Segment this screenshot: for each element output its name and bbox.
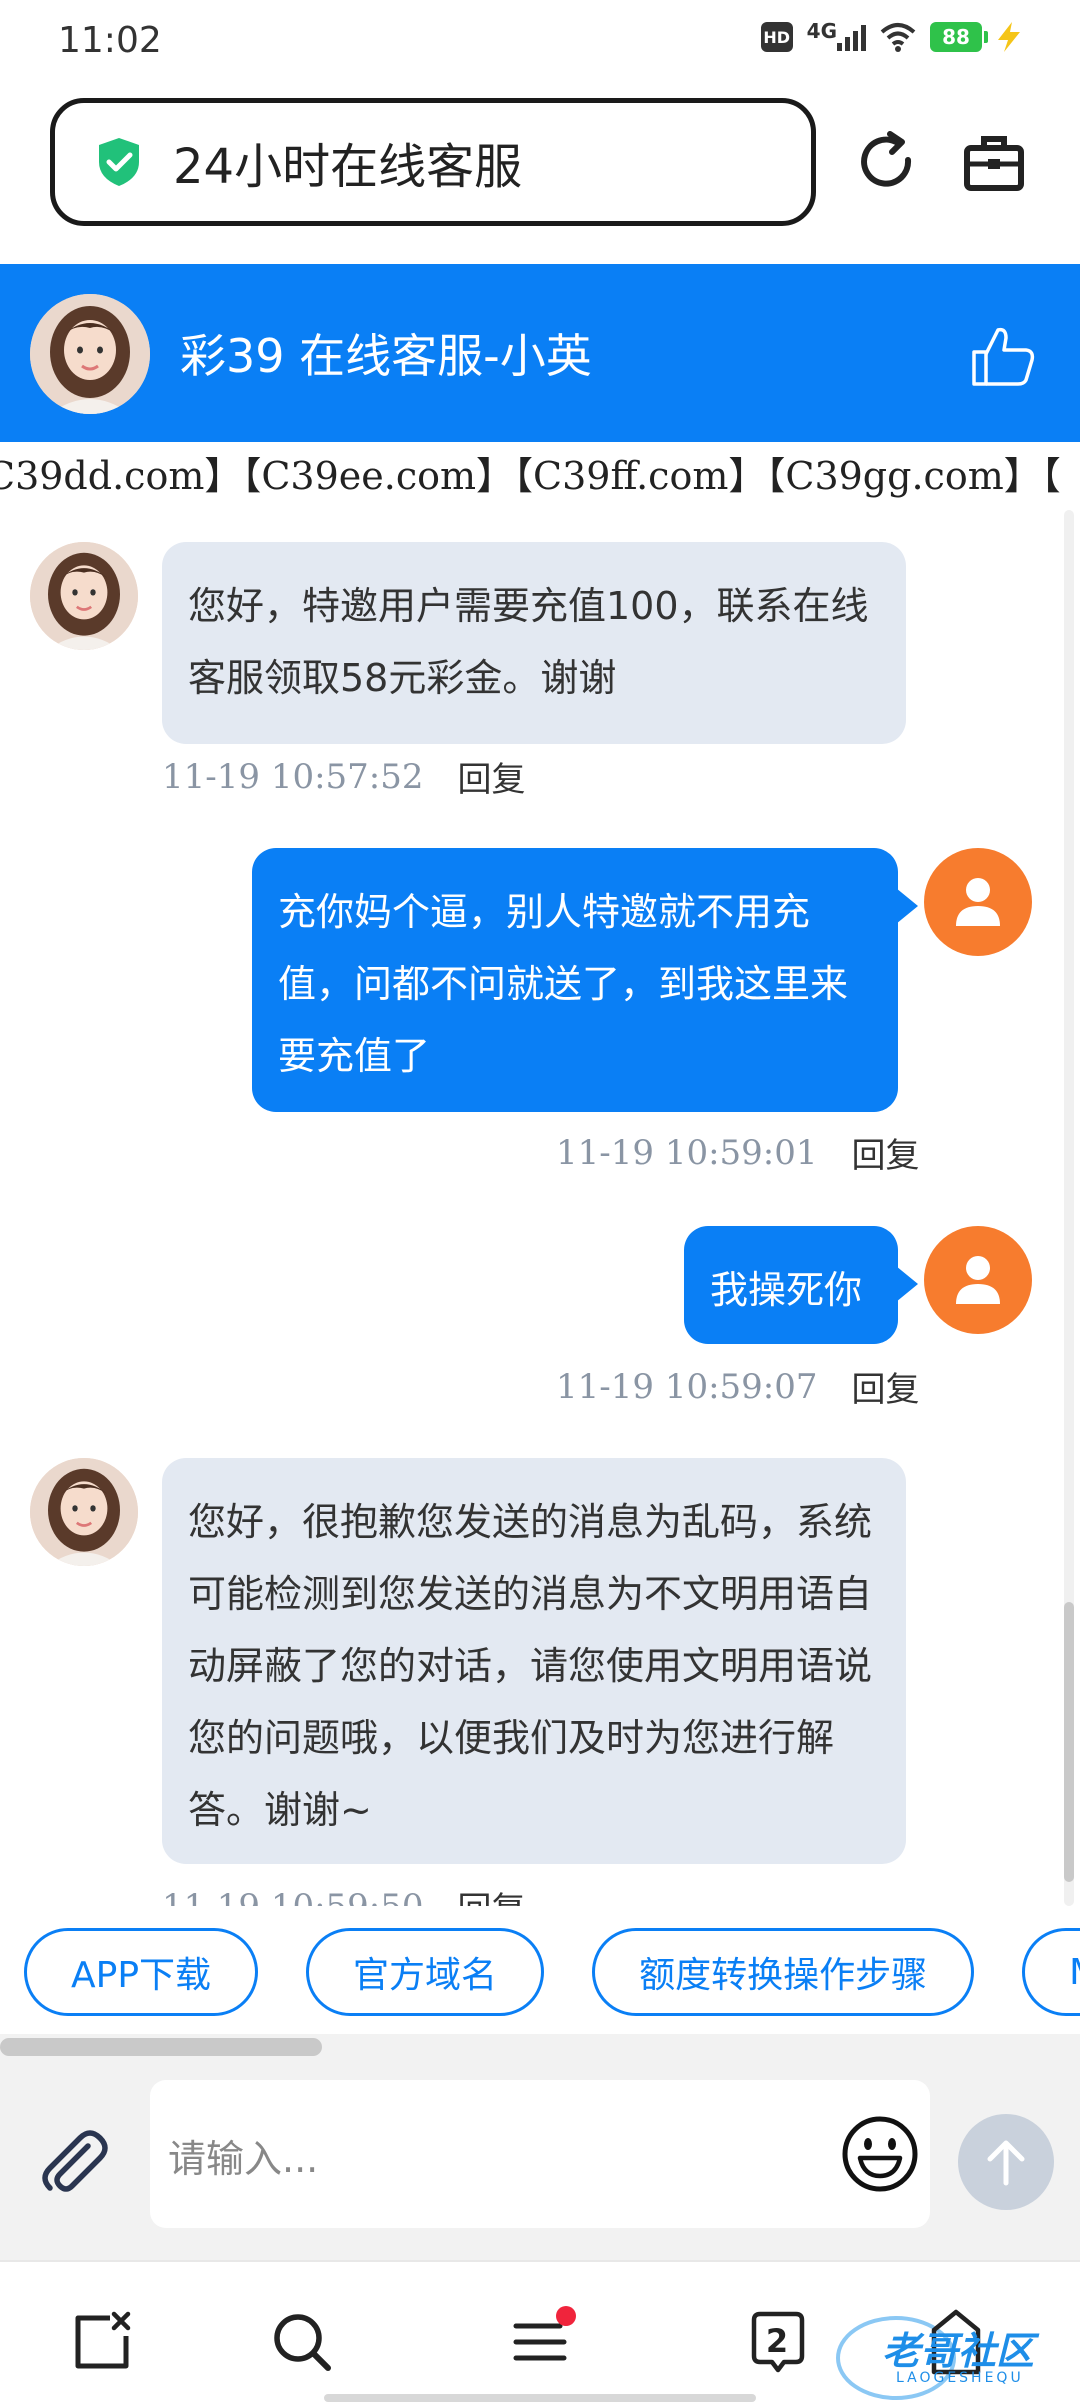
like-button[interactable] bbox=[968, 320, 1040, 392]
message-timestamp: 11-19 10:57:52 bbox=[162, 756, 424, 797]
status-bar: 11:02 HD 4G 88 bbox=[0, 0, 1080, 82]
message-bubble-user: 充你妈个逼，别人特邀就不用充值，问都不问就送了，到我这里来要充值了 bbox=[252, 848, 918, 1112]
watermark-logo: 老哥社区 LAOGESHEQU bbox=[826, 2302, 1080, 2406]
input-placeholder: 请输入... bbox=[168, 2137, 319, 2181]
close-page-icon bbox=[75, 2311, 131, 2369]
nav-close-page-button[interactable] bbox=[70, 2310, 134, 2374]
arrow-up-icon bbox=[987, 2140, 1025, 2186]
status-icons: HD 4G 88 bbox=[760, 19, 1022, 52]
wifi-icon bbox=[880, 23, 916, 52]
charging-icon bbox=[998, 22, 1020, 52]
message-meta: 11-19 10:59:50 回复 bbox=[162, 1882, 526, 1907]
cellular-signal-icon: 4G bbox=[807, 19, 866, 51]
hd-icon: HD bbox=[760, 22, 793, 52]
shield-check-icon bbox=[99, 138, 139, 186]
notification-dot bbox=[556, 2306, 576, 2326]
reply-button[interactable]: 回复 bbox=[458, 752, 526, 801]
refresh-button[interactable] bbox=[852, 126, 924, 198]
quick-reply-scrollbar[interactable] bbox=[0, 2038, 322, 2056]
network-type: 4G bbox=[806, 19, 837, 43]
user-icon bbox=[956, 878, 1000, 926]
domain-ticker: C39dd.com】【C39ee.com】【C39ff.com】【C39gg.c… bbox=[0, 442, 1080, 510]
status-time: 11:02 bbox=[58, 20, 162, 61]
agent-avatar bbox=[30, 542, 138, 650]
watermark-subtext: LAOGESHEQU bbox=[896, 2370, 1024, 2386]
message-meta: 11-19 10:59:01 回复 bbox=[556, 1128, 920, 1177]
attach-button[interactable] bbox=[36, 2124, 112, 2200]
message-bubble-user: 我操死你 bbox=[684, 1226, 918, 1344]
ticker-text: C39dd.com】【C39ee.com】【C39ff.com】【C39gg.c… bbox=[0, 454, 1061, 498]
quick-reply-bar: APP下载 官方域名 额度转换操作步骤 M bbox=[0, 1906, 1080, 2034]
message-meta: 11-19 10:57:52 回复 bbox=[162, 752, 526, 801]
message-timestamp: 11-19 10:59:07 bbox=[556, 1366, 818, 1407]
message-meta: 11-19 10:59:07 回复 bbox=[556, 1362, 920, 1411]
quick-reply-app-download[interactable]: APP下载 bbox=[24, 1928, 259, 2016]
emoji-button[interactable] bbox=[840, 2114, 920, 2194]
reply-button[interactable]: 回复 bbox=[852, 1128, 920, 1177]
tabs-count: 2 bbox=[765, 2322, 789, 2360]
quick-reply-official-domain[interactable]: 官方域名 bbox=[306, 1928, 545, 2016]
battery-icon: 88 bbox=[930, 22, 988, 52]
chat-title: 彩39 在线客服-小英 bbox=[180, 329, 592, 383]
quick-reply-transfer-steps[interactable]: 额度转换操作步骤 bbox=[592, 1928, 975, 2016]
quick-reply-more[interactable]: M bbox=[1022, 1928, 1080, 2016]
nav-search-button[interactable] bbox=[270, 2310, 334, 2374]
message-timestamp: 11-19 10:59:01 bbox=[556, 1132, 818, 1173]
message-bubble-agent: 您好，很抱歉您发送的消息为乱码，系统可能检测到您发送的消息为不文明用语自动屏蔽了… bbox=[162, 1458, 906, 1864]
send-button[interactable] bbox=[958, 2114, 1054, 2210]
toolbox-button[interactable] bbox=[958, 126, 1030, 198]
briefcase-icon bbox=[964, 136, 1024, 191]
message-timestamp: 11-19 10:59:50 bbox=[162, 1887, 424, 1907]
user-avatar bbox=[924, 1226, 1032, 1334]
reply-button[interactable]: 回复 bbox=[852, 1362, 920, 1411]
chat-header: 彩39 在线客服-小英 bbox=[0, 264, 1080, 442]
quick-reply-row: APP下载 官方域名 额度转换操作步骤 M bbox=[24, 1928, 1080, 2016]
thumbs-up-icon bbox=[972, 327, 1035, 386]
message-bubble-agent: 您好，特邀用户需要充值100，联系在线客服领取58元彩金。谢谢 bbox=[162, 542, 906, 744]
search-icon bbox=[274, 2314, 331, 2371]
agent-photo-icon bbox=[30, 1458, 138, 1566]
paperclip-icon bbox=[42, 2130, 108, 2192]
refresh-icon bbox=[861, 131, 912, 187]
address-text: 24小时在线客服 bbox=[173, 139, 523, 195]
agent-avatar bbox=[30, 1458, 138, 1566]
bottom-nav: 2 老哥社区 LAOGESHEQU bbox=[0, 2260, 1080, 2408]
message-scrollbar[interactable] bbox=[1064, 1602, 1074, 1882]
watermark-text: 老哥社区 bbox=[882, 2329, 1035, 2373]
user-icon bbox=[956, 1256, 1000, 1304]
message-input[interactable]: 请输入... bbox=[150, 2080, 930, 2228]
home-indicator[interactable] bbox=[324, 2394, 756, 2402]
message-list[interactable]: 您好，特邀用户需要充值100，联系在线客服领取58元彩金。谢谢 11-19 10… bbox=[0, 510, 1080, 1906]
smiley-icon bbox=[842, 2116, 918, 2192]
composer: 请输入... bbox=[0, 2034, 1080, 2260]
reply-button[interactable]: 回复 bbox=[458, 1882, 526, 1906]
user-avatar bbox=[924, 848, 1032, 956]
agent-avatar bbox=[30, 294, 150, 414]
agent-photo-icon bbox=[30, 294, 150, 414]
address-bar[interactable]: 24小时在线客服 bbox=[50, 98, 816, 226]
agent-photo-icon bbox=[30, 542, 138, 650]
